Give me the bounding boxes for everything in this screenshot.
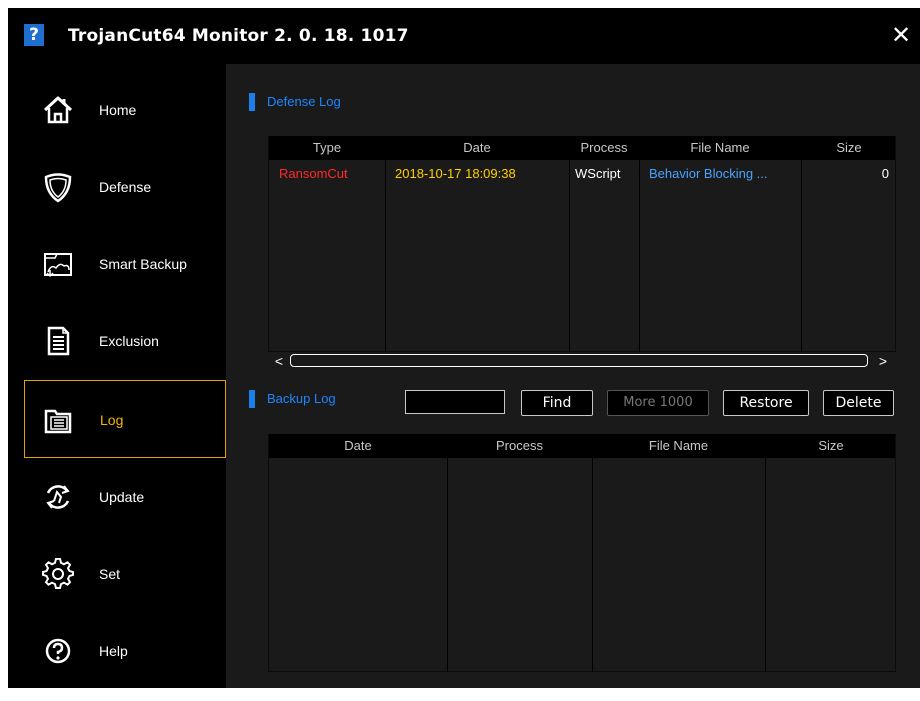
column-header-size[interactable]: Size [765,434,897,458]
sidebar-item-label: Exclusion [99,333,159,349]
cell-size: 0 [881,166,889,181]
more-1000-button[interactable]: More 1000 [607,390,709,416]
cell-process: WScript [575,166,621,181]
cell-date: 2018-10-17 18:09:38 [395,166,516,181]
gear-icon [42,558,74,589]
sidebar-item-label: Set [99,566,121,582]
sidebar-item-defense[interactable]: Defense [24,148,226,226]
table-header: Date Process File Name Size [269,434,895,458]
backup-log-title: Backup Log [267,391,336,406]
defense-log-table[interactable]: Type Date Process File Name Size RansomC… [268,136,896,352]
sidebar-item-label: Log [100,412,124,428]
column-header-date[interactable]: Date [385,136,569,160]
section-marker [249,93,255,111]
column-header-process[interactable]: Process [569,136,639,160]
delete-button[interactable]: Delete [823,390,894,416]
column-header-size[interactable]: Size [801,136,897,160]
sidebar-item-label: Defense [99,179,152,195]
home-icon [43,96,73,124]
window-title: TrojanCut64 Monitor 2. 0. 18. 1017 [68,26,409,46]
column-divider [592,458,593,672]
search-input[interactable] [405,390,505,414]
column-divider [569,160,570,352]
close-button[interactable]: ✕ [888,22,914,48]
sidebar: Home Defense Smart Backup Exclusion Log … [8,64,226,690]
sidebar-item-smart-backup[interactable]: Smart Backup [24,225,226,303]
column-header-date[interactable]: Date [269,434,447,458]
document-icon [47,326,70,356]
column-divider [639,160,640,352]
backup-icon [44,253,72,278]
shield-icon [44,173,72,203]
cell-file-name: Behavior Blocking ... [649,166,768,181]
horizontal-scrollbar[interactable]: < > [268,352,896,370]
update-icon [46,485,70,509]
backup-log-table[interactable]: Date Process File Name Size [268,434,896,672]
help-icon [45,638,71,664]
column-header-type[interactable]: Type [269,136,385,160]
sidebar-item-help[interactable]: Help [24,612,226,690]
sidebar-item-label: Home [99,102,137,118]
section-marker [249,390,255,408]
column-divider [765,458,766,672]
find-button[interactable]: Find [521,390,593,416]
scrollbar-thumb[interactable] [290,354,868,367]
defense-log-title: Defense Log [267,94,341,109]
sidebar-item-label: Smart Backup [99,256,187,272]
restore-button[interactable]: Restore [723,390,809,416]
column-divider [801,160,802,352]
sidebar-item-home[interactable]: Home [24,71,226,149]
column-divider [385,160,386,352]
sidebar-item-update[interactable]: Update [24,458,226,536]
column-header-file-name[interactable]: File Name [639,136,801,160]
app-logo-icon: ? [24,24,44,46]
sidebar-item-set[interactable]: Set [24,535,226,613]
sidebar-item-label: Update [99,489,145,505]
sidebar-item-log[interactable]: Log [24,380,226,458]
scroll-left-arrow-icon[interactable]: < [270,352,288,370]
column-header-process[interactable]: Process [447,434,592,458]
sidebar-item-exclusion[interactable]: Exclusion [24,302,226,380]
table-header: Type Date Process File Name Size [269,136,895,160]
scroll-right-arrow-icon[interactable]: > [874,352,892,370]
log-folder-icon [44,409,72,434]
cell-type: RansomCut [279,166,348,181]
column-divider [447,458,448,672]
sidebar-item-label: Help [99,643,128,659]
column-header-file-name[interactable]: File Name [592,434,765,458]
title-bar: ? TrojanCut64 Monitor 2. 0. 18. 1017 ✕ [8,8,920,64]
